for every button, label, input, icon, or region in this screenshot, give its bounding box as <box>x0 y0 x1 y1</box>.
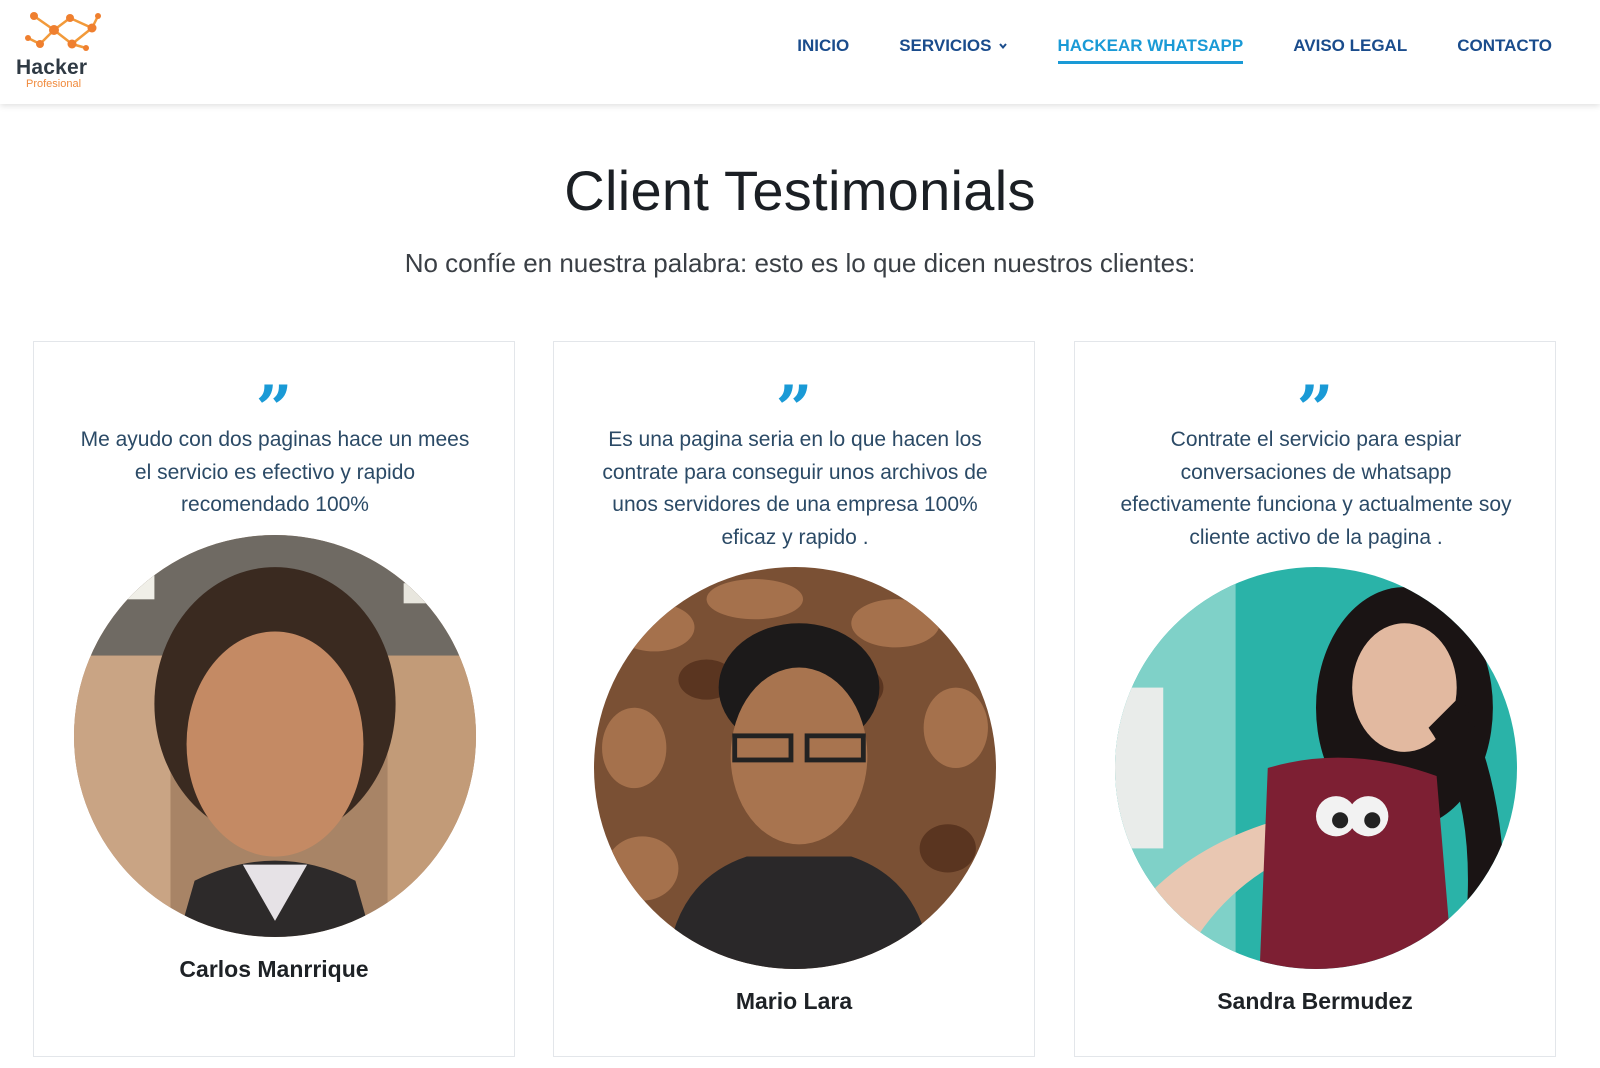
quote-icon: ” <box>554 378 1034 414</box>
nav-item-inicio[interactable]: INICIO <box>797 36 849 62</box>
client-name: Mario Lara <box>735 988 853 1014</box>
client-name: Carlos Manrrique <box>179 956 369 982</box>
testimonial-card: ” Es una pagina seria en lo que hacen lo… <box>553 341 1035 1057</box>
avatar <box>594 567 996 969</box>
quote-icon: ” <box>1075 378 1555 414</box>
logo-subtitle: Profesional <box>26 78 82 90</box>
avatar <box>1115 567 1517 969</box>
avatar <box>74 535 476 937</box>
nav-item-aviso-legal[interactable]: AVISO LEGAL <box>1293 36 1407 62</box>
site-logo[interactable]: Hacker Profesional <box>16 8 136 90</box>
client-photo <box>594 567 996 969</box>
quote-icon: ” <box>34 378 514 414</box>
client-photo <box>1115 567 1517 969</box>
nav-item-hackear-whatsapp[interactable]: HACKEAR WHATSAPP <box>1057 36 1243 64</box>
chevron-down-icon <box>998 43 1007 50</box>
testimonial-text: Me ayudo con dos paginas hace un mees el… <box>80 428 470 516</box>
site-header: Hacker Profesional INICIO SERVICIOS HACK… <box>0 0 1600 104</box>
testimonial-text: Contrate el servicio para espiar convers… <box>1120 428 1512 549</box>
testimonial-card: ” Me ayudo con dos paginas hace un mees … <box>33 341 515 1057</box>
section-title: Client Testimonials <box>564 159 1036 222</box>
testimonial-card: ” Contrate el servicio para espiar conve… <box>1074 341 1556 1057</box>
client-photo <box>74 535 476 937</box>
network-logo-icon <box>25 12 101 51</box>
logo-title: Hacker <box>16 56 88 79</box>
nav-item-contacto[interactable]: CONTACTO <box>1457 36 1552 62</box>
nav-item-servicios-label: SERVICIOS <box>899 36 992 55</box>
nav-item-servicios[interactable]: SERVICIOS <box>899 36 1007 62</box>
testimonial-text: Es una pagina seria en lo que hacen los … <box>602 428 988 549</box>
main-nav: INICIO SERVICIOS HACKEAR WHATSAPP AVISO … <box>747 36 1552 64</box>
section-subtitle: No confíe en nuestra palabra: esto es lo… <box>404 248 1196 278</box>
client-name: Sandra Bermudez <box>1217 988 1413 1014</box>
